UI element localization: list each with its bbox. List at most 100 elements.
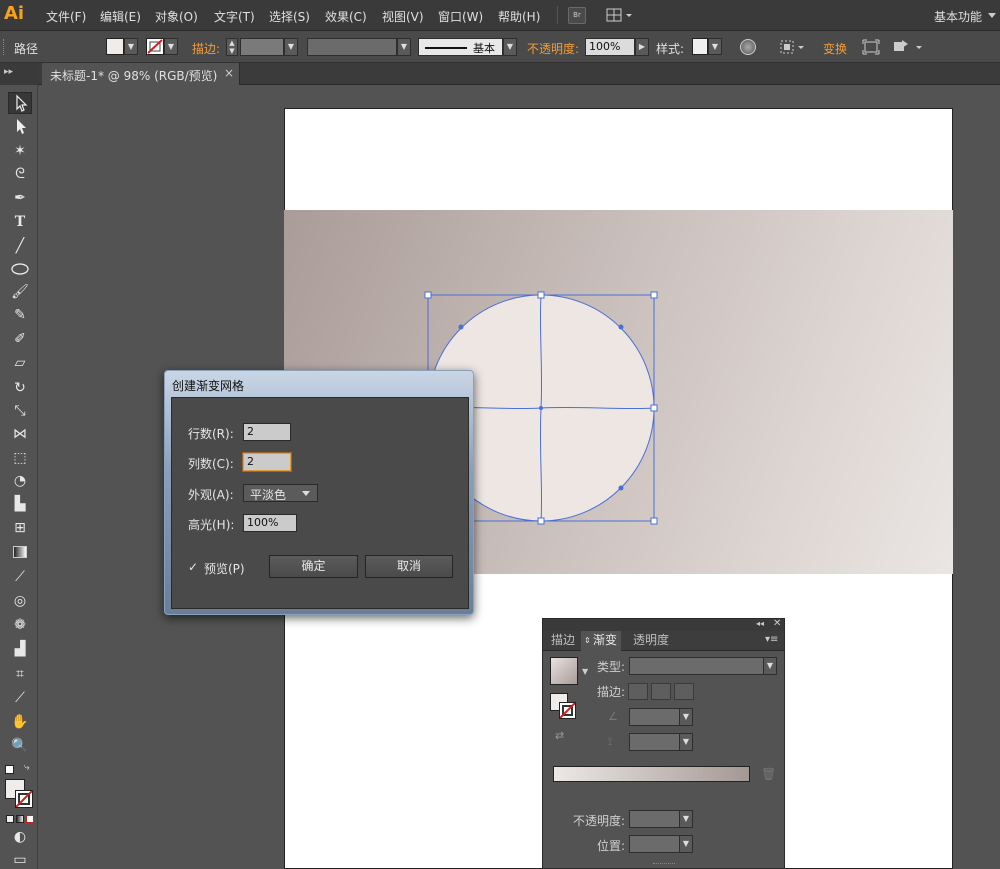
ellipse-tool[interactable] [8, 258, 32, 280]
graphic-style-swatch[interactable] [692, 38, 708, 55]
location-dropdown[interactable]: ▼ [679, 835, 693, 853]
tab-transparency[interactable]: 透明度 [629, 631, 673, 651]
selection-tool[interactable] [8, 92, 32, 114]
menu-select[interactable]: 选择(S) [269, 8, 310, 25]
opacity-input[interactable]: 100% [585, 38, 635, 56]
stroke-weight-dropdown[interactable]: ▼ [284, 38, 298, 56]
type-tool[interactable]: T [8, 211, 32, 233]
blend-tool[interactable]: ◎ [8, 590, 32, 612]
shape-builder-tool[interactable]: ◔ [8, 470, 32, 492]
scale-tool[interactable]: ⤡ [8, 400, 32, 422]
mesh-tool[interactable]: ⊞ [8, 517, 32, 539]
stroke-swatch[interactable] [146, 38, 164, 55]
color-mode-button[interactable] [6, 815, 14, 823]
angle-dropdown[interactable]: ▼ [679, 708, 693, 726]
stroke-weight-input[interactable] [240, 38, 284, 56]
rows-input[interactable]: 2 [243, 423, 291, 441]
none-mode-button[interactable] [26, 815, 34, 823]
stroke-weight-label[interactable]: 描边: [192, 40, 220, 57]
menu-view[interactable]: 视图(V) [382, 8, 424, 25]
tab-stroke[interactable]: 描边 [547, 631, 579, 651]
artboard-tool[interactable]: ⌗ [8, 663, 32, 685]
blob-brush-tool[interactable]: ✐ [8, 328, 32, 350]
delete-stop-icon[interactable]: 🗑 [761, 767, 776, 781]
aspect-ratio-dropdown[interactable]: ▼ [679, 733, 693, 751]
opacity-dropdown[interactable]: ▶ [635, 38, 649, 56]
zoom-tool[interactable]: 🔍 [8, 735, 32, 757]
stroke-within-button[interactable] [628, 683, 648, 700]
cancel-button[interactable]: 取消 [365, 555, 453, 578]
rotate-tool[interactable]: ↻ [8, 377, 32, 399]
brush-dropdown[interactable]: ▼ [503, 38, 517, 56]
style-dropdown[interactable]: ▼ [708, 38, 722, 55]
menu-type[interactable]: 文字(T) [214, 8, 255, 25]
appearance-select[interactable]: 平淡色 [243, 484, 318, 502]
preview-label[interactable]: 预览(P) [204, 560, 245, 577]
highlight-input[interactable]: 100% [243, 514, 297, 532]
fill-dropdown-arrow[interactable]: ▼ [124, 38, 138, 55]
collapse-toolbar-icon[interactable]: ▸▸ [4, 67, 13, 77]
menu-window[interactable]: 窗口(W) [438, 8, 483, 25]
panel-menu-icon[interactable]: ▾≡ [765, 634, 778, 645]
free-transform-tool[interactable]: ⬚ [8, 447, 32, 469]
stop-opacity-dropdown[interactable]: ▼ [679, 810, 693, 828]
recolor-artwork-icon[interactable] [740, 39, 756, 55]
transform-link[interactable]: 变换 [823, 40, 847, 57]
isolate-button[interactable] [862, 39, 880, 55]
menu-effect[interactable]: 效果(C) [325, 8, 367, 25]
panel-menu-button[interactable] [892, 38, 926, 56]
brush-definition[interactable]: 基本 [418, 38, 503, 56]
symbol-sprayer-tool[interactable]: ❁ [8, 614, 32, 636]
opacity-label[interactable]: 不透明度: [527, 40, 579, 57]
columns-input[interactable]: 2 [243, 453, 291, 471]
type-dropdown-arrow[interactable]: ▼ [763, 657, 777, 675]
close-panel-icon[interactable]: ✕ [773, 618, 781, 629]
perspective-grid-tool[interactable]: ▙ [8, 493, 32, 515]
paintbrush-tool[interactable]: 🖌 [8, 281, 32, 303]
gradient-tool[interactable] [8, 541, 32, 563]
variable-width-profile[interactable] [307, 38, 397, 56]
eyedropper-tool[interactable]: ⟋ [8, 566, 32, 588]
slice-tool[interactable]: ⟋ [8, 687, 32, 709]
default-colors-icon[interactable] [5, 765, 14, 774]
stop-opacity-input[interactable] [629, 810, 681, 828]
workspace-switcher[interactable]: 基本功能 [934, 8, 982, 25]
gradient-slider[interactable] [553, 766, 750, 782]
panel-stroke-swatch[interactable] [559, 702, 576, 719]
direct-selection-tool[interactable] [8, 116, 32, 138]
location-input[interactable] [629, 835, 681, 853]
angle-input[interactable] [629, 708, 681, 726]
gradient-fill-thumbnail[interactable] [550, 657, 578, 685]
profile-dropdown[interactable]: ▼ [397, 38, 411, 56]
bridge-button[interactable]: Br [568, 7, 586, 24]
hand-tool[interactable]: ✋ [8, 711, 32, 733]
stroke-dropdown-arrow[interactable]: ▼ [164, 38, 178, 55]
panel-header[interactable]: ◂◂ ✕ [543, 618, 784, 631]
collapse-panel-icon[interactable]: ◂◂ [756, 619, 764, 628]
stroke-across-button[interactable] [674, 683, 694, 700]
preview-checkbox[interactable]: ✓ [188, 560, 198, 574]
type-select[interactable] [629, 657, 765, 675]
drawing-mode-tool[interactable]: ◐ [8, 826, 32, 848]
lasso-tool[interactable]: ᘓ [8, 163, 32, 185]
fill-swatch[interactable] [106, 38, 124, 55]
stroke-along-button[interactable] [651, 683, 671, 700]
align-options-button[interactable] [778, 38, 808, 56]
aspect-ratio-input[interactable] [629, 733, 681, 751]
pen-tool[interactable]: ✒ [8, 187, 32, 209]
close-tab-icon[interactable]: × [224, 66, 234, 80]
line-segment-tool[interactable]: ╱ [8, 235, 32, 257]
toolbar-header[interactable]: ▸▸ [0, 63, 38, 85]
tab-gradient[interactable]: ⇕ 渐变 [581, 631, 622, 651]
column-graph-tool[interactable]: ▟ [8, 638, 32, 660]
resize-grip-icon[interactable] [653, 863, 675, 866]
arrange-documents-button[interactable] [606, 6, 634, 25]
swap-colors-icon[interactable]: ⤷ [24, 762, 30, 773]
magic-wand-tool[interactable]: ✶ [8, 140, 32, 162]
stroke-weight-stepper[interactable]: ▲ ▼ [226, 38, 238, 56]
menu-edit[interactable]: 编辑(E) [100, 8, 141, 25]
width-tool[interactable]: ⋈ [8, 423, 32, 445]
stroke-color-box[interactable] [15, 790, 33, 808]
ok-button[interactable]: 确定 [269, 555, 358, 578]
menu-help[interactable]: 帮助(H) [498, 8, 540, 25]
